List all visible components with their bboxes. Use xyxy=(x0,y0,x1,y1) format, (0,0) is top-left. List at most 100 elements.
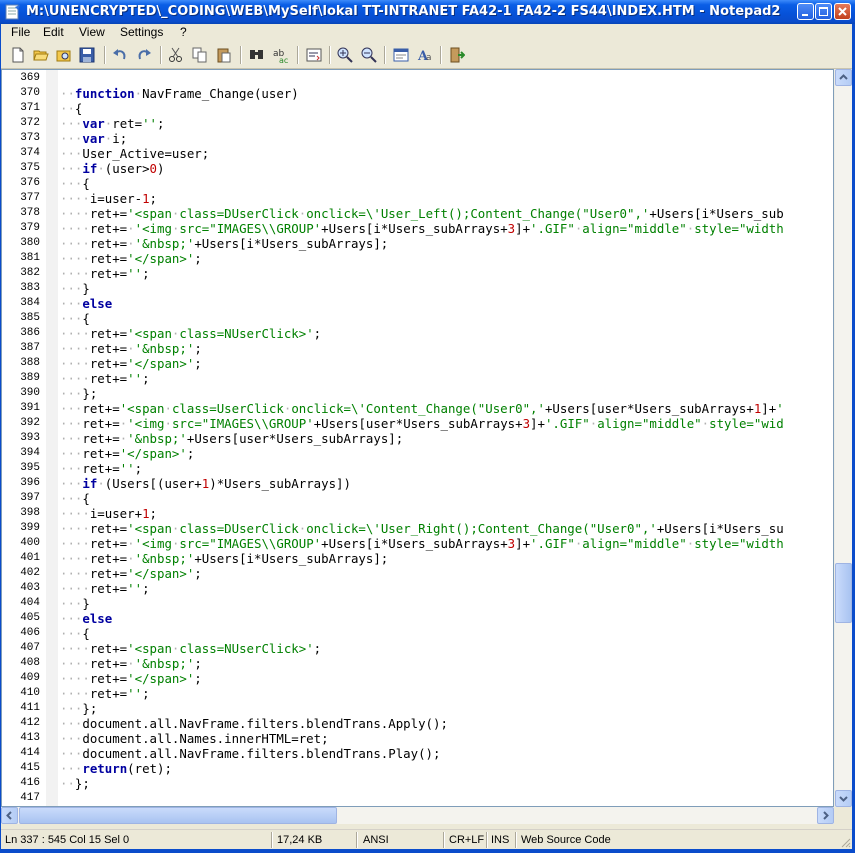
menu-help[interactable]: ? xyxy=(180,25,187,39)
code-line[interactable]: ···if·(Users[(user+1)*Users_subArrays]) xyxy=(60,476,351,491)
code-line[interactable]: ····ret+='</span>'; xyxy=(60,251,202,266)
menu-edit[interactable]: Edit xyxy=(43,25,64,39)
code-line[interactable]: ····ret+=''; xyxy=(60,686,150,701)
code-line[interactable]: ···else xyxy=(60,296,112,311)
replace-button[interactable]: ab ac xyxy=(271,45,291,65)
zoom-out-button[interactable] xyxy=(359,45,379,65)
code-line[interactable]: ····ret+=·'<img·src="IMAGES\\GROUP'+User… xyxy=(60,221,784,236)
code-line[interactable]: ···ret+=''; xyxy=(60,461,142,476)
code-line[interactable]: ····ret+=·'&nbsp;'+Users[i*Users_subArra… xyxy=(60,551,388,566)
new-button[interactable] xyxy=(8,45,28,65)
code-line[interactable]: ····ret+=·'&nbsp;'+Users[i*Users_subArra… xyxy=(60,236,388,251)
scroll-down-button[interactable] xyxy=(835,790,852,807)
notepad2-app-icon[interactable] xyxy=(5,4,21,20)
font-button[interactable]: Aa xyxy=(415,45,435,65)
code-line[interactable]: ···ret+='<span·class=UserClick·onclick=\… xyxy=(60,401,784,416)
line-number: 370 xyxy=(20,87,40,99)
code-line[interactable]: ····ret+='<span·class=DUserClick·onclick… xyxy=(60,206,784,221)
code-line[interactable]: ···{ xyxy=(60,491,90,506)
line-number: 375 xyxy=(20,162,40,174)
horizontal-scrollbar[interactable] xyxy=(1,807,834,824)
code-line[interactable]: ····ret+=''; xyxy=(60,266,150,281)
code-line[interactable]: ···ret+=·'&nbsp;'+Users[user*Users_subAr… xyxy=(60,431,403,446)
status-encoding[interactable]: ANSI xyxy=(363,834,389,846)
code-line[interactable]: ···document.all.Names.innerHTML=ret; xyxy=(60,731,329,746)
code-line[interactable]: ···else xyxy=(60,611,112,626)
code-line[interactable]: ····ret+='</span>'; xyxy=(60,671,202,686)
line-number: 393 xyxy=(20,432,40,444)
code-line[interactable]: ··{ xyxy=(60,101,82,116)
menu-settings[interactable]: Settings xyxy=(120,25,163,39)
scroll-right-button[interactable] xyxy=(817,807,834,824)
code-line[interactable]: ···return(ret); xyxy=(60,761,172,776)
code-line[interactable]: ···User_Active=user; xyxy=(60,146,209,161)
code-line[interactable]: ····ret+='<span·class=DUserClick·onclick… xyxy=(60,521,784,536)
undo-icon xyxy=(113,49,126,60)
zoom-in-button[interactable] xyxy=(335,45,355,65)
cut-button[interactable] xyxy=(166,45,186,65)
save-button[interactable] xyxy=(77,45,97,65)
close-button[interactable] xyxy=(834,3,851,20)
code-line[interactable]: ···document.all.NavFrame.filters.blendTr… xyxy=(60,746,440,761)
vertical-scroll-thumb[interactable] xyxy=(835,563,852,623)
code-line[interactable]: ···var·i; xyxy=(60,131,127,146)
copy-button[interactable] xyxy=(190,45,210,65)
code-line[interactable]: ····ret+=·'&nbsp;'; xyxy=(60,341,202,356)
code-line[interactable]: ····ret+=''; xyxy=(60,581,150,596)
code-line[interactable]: ···}; xyxy=(60,701,97,716)
code-line[interactable]: ···} xyxy=(60,596,90,611)
status-scheme[interactable]: Web Source Code xyxy=(521,834,611,846)
vertical-scrollbar[interactable] xyxy=(834,69,852,807)
scroll-up-button[interactable] xyxy=(835,69,852,86)
status-line-ending[interactable]: CR+LF xyxy=(449,834,484,846)
code-line[interactable]: ····i=user+1; xyxy=(60,506,157,521)
line-number: 392 xyxy=(20,417,40,429)
code-line[interactable]: ····ret+='</span>'; xyxy=(60,566,202,581)
resize-grip-icon[interactable] xyxy=(839,836,851,848)
maximize-button[interactable] xyxy=(815,3,832,20)
chevron-right-icon xyxy=(823,811,829,820)
undo-button[interactable] xyxy=(110,45,130,65)
code-editor[interactable]: 369 370 371 372 373 374 375 376 377 378 379 380 381 3… xyxy=(1,69,834,807)
horizontal-scroll-thumb[interactable] xyxy=(19,807,337,824)
replace-icon: abac xyxy=(273,49,288,63)
find-icon xyxy=(250,50,263,59)
fold-margin[interactable] xyxy=(46,70,58,806)
paste-button[interactable] xyxy=(214,45,234,65)
scroll-left-button[interactable] xyxy=(1,807,18,824)
browse-button[interactable] xyxy=(54,45,74,65)
code-line[interactable]: ···}; xyxy=(60,386,97,401)
menu-file[interactable]: File xyxy=(11,25,30,39)
code-text-area[interactable]: ··function·NavFrame_Change(user) ··{···va… xyxy=(60,70,833,806)
line-number: 406 xyxy=(20,627,40,639)
code-line[interactable]: ···} xyxy=(60,281,90,296)
code-line[interactable]: ····ret+='</span>'; xyxy=(60,356,202,371)
title-bar[interactable]: M:\UNENCRYPTED\_CODING\WEB\MySelf\lokal … xyxy=(0,0,855,24)
code-line[interactable]: ····ret+='<span·class=NUserClick>'; xyxy=(60,641,321,656)
code-line[interactable]: ··}; xyxy=(60,776,90,791)
code-line[interactable]: ····ret+=''; xyxy=(60,371,150,386)
code-line[interactable]: ···ret+='</span>'; xyxy=(60,446,194,461)
code-line[interactable]: ···ret+=·'<img·src="IMAGES\\GROUP'+Users… xyxy=(60,416,784,431)
code-line[interactable]: ···if·(user>0) xyxy=(60,161,164,176)
code-line[interactable]: ····ret+='<span·class=NUserClick>'; xyxy=(60,326,321,341)
code-line[interactable]: ····ret+=·'&nbsp;'; xyxy=(60,656,202,671)
code-line[interactable]: ··function·NavFrame_Change(user) xyxy=(60,86,299,101)
wordwrap-button[interactable] xyxy=(304,45,324,65)
menu-view[interactable]: View xyxy=(79,25,105,39)
scheme-button[interactable] xyxy=(391,45,411,65)
code-line[interactable]: ···{ xyxy=(60,176,90,191)
code-line[interactable]: ····ret+=·'<img·src="IMAGES\\GROUP'+User… xyxy=(60,536,784,551)
exit-button[interactable] xyxy=(447,45,467,65)
open-button[interactable] xyxy=(31,45,51,65)
code-line[interactable]: ···{ xyxy=(60,311,90,326)
code-line[interactable]: ···var·ret=''; xyxy=(60,116,164,131)
find-button[interactable] xyxy=(247,45,267,65)
save-icon xyxy=(79,47,95,63)
code-line[interactable]: ···document.all.NavFrame.filters.blendTr… xyxy=(60,716,448,731)
code-line[interactable]: ····i=user-1; xyxy=(60,191,157,206)
minimize-button[interactable] xyxy=(797,3,814,20)
code-line[interactable]: ···{ xyxy=(60,626,90,641)
redo-button[interactable] xyxy=(134,45,154,65)
line-number: 377 xyxy=(20,192,40,204)
